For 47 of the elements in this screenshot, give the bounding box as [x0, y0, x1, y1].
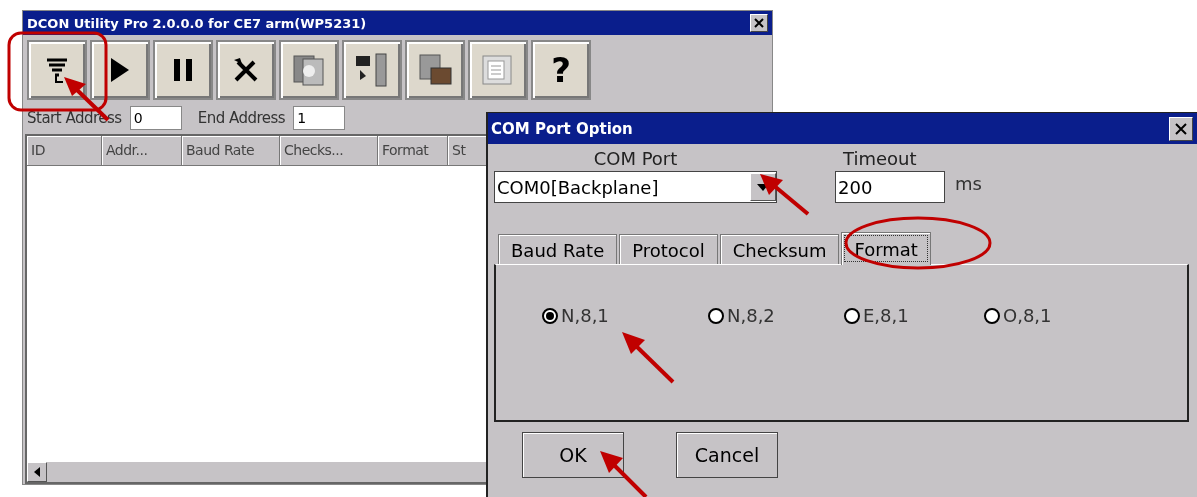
picture-button[interactable] [279, 40, 339, 100]
dialog-title: COM Port Option [491, 119, 633, 138]
left-arrow-icon [34, 467, 40, 477]
transfer-icon [354, 52, 390, 88]
help-button[interactable]: ? [531, 40, 591, 100]
end-address-field[interactable]: 1 [293, 106, 346, 130]
com-port-dropdown[interactable]: COM0[Backplane] [494, 171, 777, 203]
column-header[interactable]: Checks... [280, 136, 378, 166]
format-radio[interactable]: N,8,2 [708, 305, 844, 326]
tab[interactable]: Baud Rate [498, 234, 618, 264]
column-header[interactable]: Addr... [102, 136, 182, 166]
start-address-field[interactable]: 0 [129, 106, 182, 130]
devices-icon [417, 52, 453, 88]
transfer-button[interactable] [342, 40, 402, 100]
close-button[interactable] [750, 14, 768, 32]
end-address-label: End Address [197, 109, 286, 127]
play-button[interactable] [90, 40, 150, 100]
pause-button[interactable] [153, 40, 213, 100]
format-radio[interactable]: O,8,1 [984, 305, 1120, 326]
com-port-label: COM Port [593, 148, 678, 169]
close-icon [1175, 122, 1187, 135]
unit-label: ms [955, 172, 982, 194]
devices-button[interactable] [405, 40, 465, 100]
pause-icon [173, 59, 193, 81]
column-header[interactable]: Baud Rate [182, 136, 280, 166]
column-header[interactable]: ID [27, 136, 102, 166]
format-radio[interactable]: E,8,1 [844, 305, 984, 326]
cancel-button[interactable]: Cancel [676, 432, 778, 478]
close-button[interactable] [1169, 116, 1193, 141]
tab[interactable]: Protocol [619, 234, 718, 264]
annotation-arrow [600, 451, 648, 497]
document-button[interactable] [468, 40, 528, 100]
tab[interactable]: Format [841, 232, 931, 265]
format-radio[interactable]: N,8,1 [542, 305, 708, 326]
annotation-arrow [760, 174, 810, 216]
filter-icon [45, 56, 69, 84]
close-icon [754, 18, 764, 28]
tab[interactable]: Checksum [719, 234, 840, 264]
timeout-field[interactable]: 200 [835, 171, 945, 203]
timeout-label: Timeout [843, 148, 917, 169]
annotation-arrow [622, 332, 675, 384]
window-title: DCON Utility Pro 2.0.0.0 for CE7 arm(WP5231) [27, 15, 367, 31]
picture-icon [291, 53, 327, 87]
column-header[interactable]: Format [378, 136, 448, 166]
ok-button[interactable]: OK [522, 432, 624, 478]
play-icon [109, 56, 131, 84]
scroll-left-button[interactable] [27, 462, 47, 482]
